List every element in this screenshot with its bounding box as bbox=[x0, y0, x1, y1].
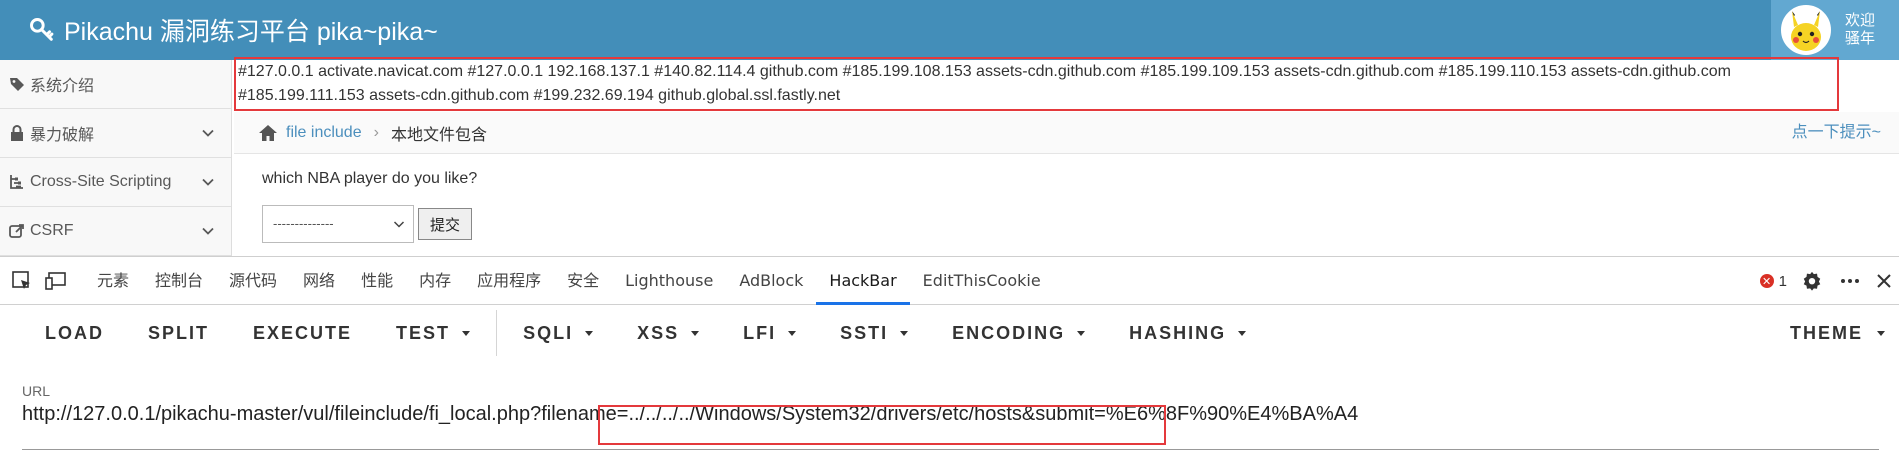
brand[interactable]: Pikachu 漏洞练习平台 pika~pika~ bbox=[28, 0, 438, 60]
xss-label: XSS bbox=[637, 322, 680, 343]
key-icon bbox=[30, 18, 54, 41]
sidebar-item-xss[interactable]: Cross-Site Scripting bbox=[0, 158, 231, 207]
hackbar-toolbar: LOAD SPLIT EXECUTE TEST SQLI XSS LFI SST… bbox=[0, 305, 1899, 361]
tab-network[interactable]: 网络 bbox=[290, 257, 348, 305]
tab-editthiscookie[interactable]: EditThisCookie bbox=[910, 257, 1054, 305]
hashing-dropdown[interactable]: HASHING bbox=[1107, 323, 1268, 344]
payload-highlight-box bbox=[598, 405, 1166, 445]
ssti-dropdown[interactable]: SSTI bbox=[818, 323, 930, 344]
chevron-down-icon bbox=[202, 178, 214, 186]
split-button[interactable]: SPLIT bbox=[126, 323, 231, 344]
encoding-label: ENCODING bbox=[952, 322, 1066, 343]
error-count: 1 bbox=[1778, 272, 1787, 290]
dropdown-arrow-icon bbox=[788, 330, 797, 336]
more-options-icon[interactable] bbox=[1839, 270, 1861, 292]
welcome-text: 欢迎 骚年 bbox=[1845, 12, 1875, 48]
sidebar-item-label: 系统介绍 bbox=[30, 78, 95, 95]
dropdown-arrow-icon bbox=[462, 330, 471, 336]
dropdown-arrow-icon bbox=[691, 330, 700, 336]
sidebar-item-label: CSRF bbox=[30, 222, 74, 239]
sidebar-item-label: Cross-Site Scripting bbox=[30, 173, 172, 190]
toolbar-divider bbox=[496, 310, 498, 356]
sqli-label: SQLI bbox=[523, 322, 574, 343]
sqli-dropdown[interactable]: SQLI bbox=[501, 323, 615, 344]
execute-button[interactable]: EXECUTE bbox=[231, 323, 374, 344]
split-label: SPLIT bbox=[148, 322, 210, 343]
encoding-dropdown[interactable]: ENCODING bbox=[930, 323, 1107, 344]
test-label: TEST bbox=[396, 322, 451, 343]
sidebar: 系统介绍 暴力破解 Cross-Site Scripting CSRF bbox=[0, 60, 232, 256]
dropdown-arrow-icon bbox=[1877, 330, 1885, 336]
device-toolbar-icon[interactable] bbox=[44, 269, 68, 293]
sidebar-item-intro[interactable]: 系统介绍 bbox=[0, 60, 231, 109]
user-menu[interactable]: 欢迎 骚年 bbox=[1771, 0, 1899, 60]
inspect-element-icon[interactable] bbox=[10, 269, 34, 293]
url-label: URL bbox=[22, 383, 51, 399]
breadcrumb-separator: › bbox=[373, 123, 379, 141]
pikachu-icon bbox=[1783, 7, 1829, 53]
xss-dropdown[interactable]: XSS bbox=[615, 323, 721, 344]
theme-label: THEME bbox=[1790, 322, 1863, 343]
hosts-file-content: #127.0.0.1 activate.navicat.com #127.0.0… bbox=[234, 57, 1839, 111]
gear-icon[interactable] bbox=[1801, 270, 1823, 292]
theme-dropdown[interactable]: THEME bbox=[1790, 305, 1885, 361]
tab-sources[interactable]: 源代码 bbox=[216, 257, 290, 305]
lfi-label: LFI bbox=[743, 322, 777, 343]
tab-application[interactable]: 应用程序 bbox=[464, 257, 554, 305]
breadcrumb-link[interactable]: file include bbox=[286, 124, 362, 142]
execute-label: EXECUTE bbox=[253, 322, 353, 343]
ssti-label: SSTI bbox=[840, 322, 889, 343]
app-title: Pikachu 漏洞练习平台 pika~pika~ bbox=[64, 18, 438, 46]
lock-icon bbox=[11, 125, 23, 141]
tab-memory[interactable]: 内存 bbox=[406, 257, 464, 305]
select-value: -------------- bbox=[273, 216, 334, 231]
welcome-line-1: 欢迎 bbox=[1845, 12, 1876, 29]
dropdown-arrow-icon bbox=[1238, 330, 1247, 336]
lfi-dropdown[interactable]: LFI bbox=[721, 323, 818, 344]
tab-adblock[interactable]: AdBlock bbox=[726, 257, 816, 305]
home-icon[interactable] bbox=[258, 123, 278, 143]
devtools-panel: 元素 控制台 源代码 网络 性能 内存 应用程序 安全 Lighthouse A… bbox=[0, 256, 1899, 454]
tag-icon bbox=[10, 78, 24, 91]
submit-button[interactable]: 提交 bbox=[418, 208, 472, 240]
tab-performance[interactable]: 性能 bbox=[348, 257, 406, 305]
welcome-line-2: 骚年 bbox=[1845, 30, 1876, 47]
tab-elements[interactable]: 元素 bbox=[84, 257, 142, 305]
sidebar-item-label: 暴力破解 bbox=[30, 127, 95, 144]
tab-hackbar[interactable]: HackBar bbox=[816, 257, 910, 305]
hashing-label: HASHING bbox=[1129, 322, 1227, 343]
chevron-down-icon bbox=[202, 227, 214, 235]
dropdown-arrow-icon bbox=[585, 330, 594, 336]
tab-lighthouse[interactable]: Lighthouse bbox=[612, 257, 726, 305]
breadcrumb: file include › 本地文件包含 点一下提示~ bbox=[234, 112, 1899, 154]
test-dropdown[interactable]: TEST bbox=[374, 323, 492, 344]
error-icon: ✕ bbox=[1759, 274, 1774, 288]
dropdown-arrow-icon bbox=[900, 330, 909, 336]
sidebar-item-csrf[interactable]: CSRF bbox=[0, 207, 231, 256]
chevron-down-icon bbox=[202, 129, 214, 137]
breadcrumb-current: 本地文件包含 bbox=[390, 126, 487, 144]
error-counter[interactable]: ✕ 1 bbox=[1759, 272, 1787, 290]
load-label: LOAD bbox=[45, 322, 104, 343]
player-select[interactable]: -------------- bbox=[262, 205, 414, 243]
devtools-tabbar: 元素 控制台 源代码 网络 性能 内存 应用程序 安全 Lighthouse A… bbox=[0, 257, 1899, 305]
url-underline bbox=[22, 449, 1879, 450]
hosts-text: #127.0.0.1 activate.navicat.com #127.0.0… bbox=[238, 63, 1731, 104]
avatar bbox=[1781, 5, 1831, 55]
load-button[interactable]: LOAD bbox=[0, 323, 126, 344]
question-label: which NBA player do you like? bbox=[262, 170, 478, 187]
close-icon[interactable] bbox=[1875, 272, 1893, 290]
hint-link[interactable]: 点一下提示~ bbox=[1792, 112, 1881, 154]
top-header: Pikachu 漏洞练习平台 pika~pika~ 欢迎 骚年 bbox=[0, 0, 1899, 60]
tree-icon bbox=[10, 175, 23, 189]
share-icon bbox=[9, 224, 24, 238]
tab-console[interactable]: 控制台 bbox=[142, 257, 216, 305]
chevron-down-icon bbox=[393, 221, 405, 228]
sidebar-item-bruteforce[interactable]: 暴力破解 bbox=[0, 109, 231, 158]
dropdown-arrow-icon bbox=[1077, 330, 1086, 336]
devtools-actions: ✕ 1 bbox=[1759, 257, 1899, 305]
tab-security[interactable]: 安全 bbox=[554, 257, 612, 305]
